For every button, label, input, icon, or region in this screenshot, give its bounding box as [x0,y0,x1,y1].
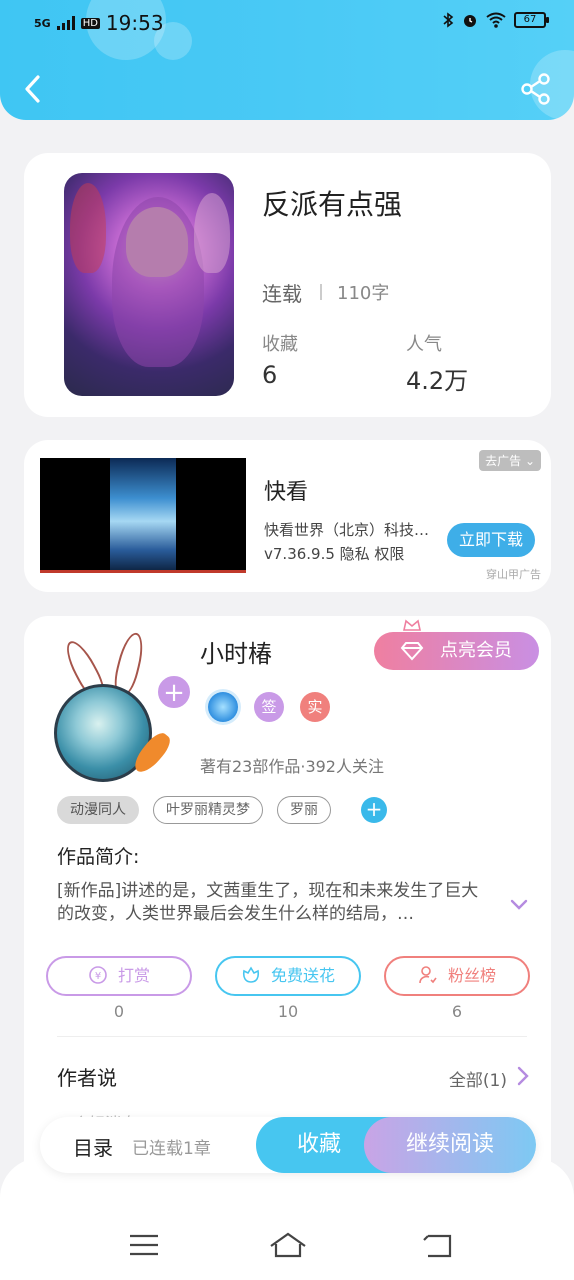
tip-button[interactable]: ¥ 打赏 [46,956,192,996]
tip-count: 0 [113,1002,125,1021]
send-flower-label: 免费送花 [270,966,335,985]
status-bar: 5G HD 19:53 67 [0,0,574,44]
author-name[interactable]: 小时椿 [200,634,272,669]
status-time: 19:53 [105,11,164,35]
fan-rank-label: 粉丝榜 [447,966,496,985]
flower-icon [242,966,260,983]
book-cover-image[interactable] [64,173,234,396]
status-left: 5G HD 19:53 [34,11,164,35]
popularity-label: 人气 [406,334,442,355]
intro-title: 作品简介: [57,846,140,868]
tag-item[interactable]: 动漫同人 [57,796,139,824]
author-badges: 签 实 [208,692,330,722]
popularity-value: 4.2万 [406,367,469,395]
level-badge-icon[interactable] [208,692,238,722]
ad-video-frame [110,458,176,573]
ad-company: 快看世界（北京）科技有限公司 [264,521,434,539]
crown-icon [403,619,421,631]
svg-text:¥: ¥ [95,971,101,982]
author-avatar-frame[interactable]: + [54,626,192,782]
follow-plus-icon[interactable]: + [156,674,192,710]
cover-figure-hair [112,197,204,367]
author-meta: 著有23部作品·392人关注 [200,757,384,776]
chevron-right-icon[interactable] [517,1066,529,1086]
signal-icon [56,16,75,30]
share-icon[interactable] [520,72,552,106]
collect-count-label: 收藏 [262,334,298,355]
alarm-icon [464,15,476,27]
action-row: ¥ 打赏 免费送花 粉丝榜 [46,956,530,996]
divider [57,1036,527,1037]
fan-count: 6 [451,1002,463,1021]
coin-icon: ¥ [89,966,107,984]
send-flower-button[interactable]: 免费送花 [215,956,361,996]
ad-meta[interactable]: v7.36.9.5 隐私 权限 [264,543,404,564]
cover-figure-bg [194,193,230,273]
remove-ad-label: 去广告 [485,454,522,468]
bottom-action-bar: 目录 已连载1章 收藏 继续阅读 [40,1117,536,1173]
wifi-icon [486,12,506,28]
ad-app-name: 快看 [264,480,309,505]
flower-count: 10 [277,1002,299,1021]
battery-level: 67 [523,14,537,25]
vip-button[interactable]: 点亮会员 [374,632,539,670]
tip-label: 打赏 [117,966,150,985]
divider [320,284,322,300]
back-icon[interactable] [418,1228,458,1262]
verified-badge[interactable]: 实 [300,692,330,722]
tag-item[interactable]: 罗丽 [277,796,331,824]
status-right: 67 [442,12,549,28]
intro-text: [新作品]讲述的是，文茜重生了，现在和未来发生了巨大的改变，人类世界最后会发生什… [57,881,479,924]
hd-icon: HD [80,17,100,29]
network-label: 5G [34,16,51,30]
back-arrow-icon[interactable] [18,72,48,106]
ad-card[interactable]: 去广告 ⌄ 快看 快看世界（北京）科技有限公司 v7.36.9.5 隐私 权限 … [24,440,551,592]
user-heart-icon [419,966,437,984]
add-tag-icon[interactable]: + [361,797,387,823]
battery-icon: 67 [514,12,549,28]
chapter-status: 已连载1章 [132,1139,211,1159]
ad-video-thumbnail[interactable] [40,458,246,573]
collect-count-value: 6 [262,361,278,389]
expand-chevron-icon[interactable] [509,898,529,912]
header: 5G HD 19:53 67 [0,0,574,120]
catalog-button[interactable]: 目录 [73,1132,113,1161]
book-word-count: 110字 [337,283,390,304]
cover-figure-bg [70,183,106,273]
book-info-card: 反派有点强 连载 110字 收藏 6 人气 4.2万 [24,153,551,417]
continue-reading-button[interactable]: 继续阅读 [364,1117,536,1173]
diamond-icon [400,642,424,661]
fan-rank-button[interactable]: 粉丝榜 [384,956,530,996]
vip-label: 点亮会员 [440,640,512,661]
book-status: 连载 [262,282,302,306]
tag-item[interactable]: 叶罗丽精灵梦 [153,796,263,824]
author-says-all-link[interactable]: 全部(1) [449,1066,507,1091]
ad-video-progress [40,570,246,573]
ad-source: 穿山甲广告 [486,568,541,581]
book-title: 反派有点强 [262,188,403,221]
home-icon[interactable] [268,1228,308,1262]
bluetooth-icon [443,12,454,28]
tag-list: 动漫同人 叶罗丽精灵梦 罗丽 + [57,796,387,824]
chevron-down-icon: ⌄ [524,454,535,468]
download-button[interactable]: 立即下载 [447,523,535,557]
menu-icon[interactable] [124,1228,164,1262]
remove-ad-button[interactable]: 去广告 ⌄ [479,450,541,471]
sign-badge[interactable]: 签 [254,692,284,722]
author-says-title: 作者说 [57,1066,117,1090]
